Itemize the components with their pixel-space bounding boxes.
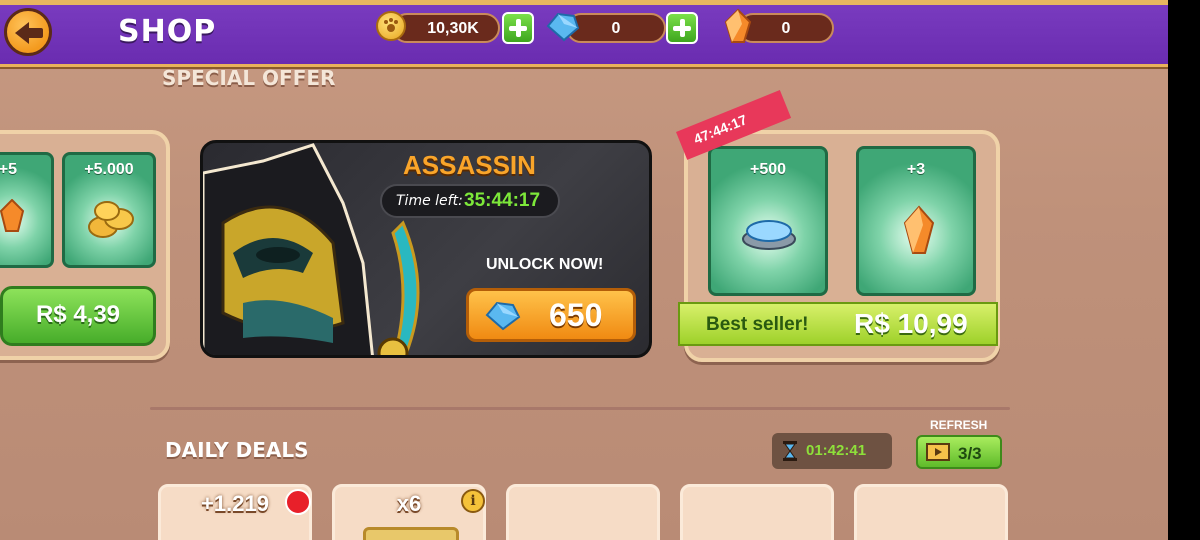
assassin-hero-art — [203, 143, 420, 355]
screen-edge — [1168, 0, 1200, 540]
special-offer-label: SPECIAL OFFER — [162, 66, 336, 90]
refresh-label: REFRESH — [930, 418, 988, 432]
pack-card-coins: +5.000 — [62, 152, 156, 268]
paw-coin-icon — [376, 11, 406, 41]
daily-deal-card[interactable]: x6 i — [332, 484, 486, 540]
daily-deal-card[interactable] — [854, 484, 1008, 540]
bundle-card-shards: +3 — [856, 146, 976, 296]
shard-icon — [0, 199, 25, 232]
top-border — [0, 0, 1168, 5]
daily-deal-card[interactable]: +1.219 — [158, 484, 312, 540]
bundle-buy-button[interactable]: Best seller! R$ 10,99 — [678, 302, 998, 346]
coin-stack-icon — [88, 201, 134, 238]
gem-tray-icon — [742, 220, 796, 250]
page-title: SHOP — [118, 14, 217, 49]
shard-icon — [724, 8, 752, 43]
unlock-assassin-button[interactable]: 650 — [466, 288, 636, 342]
refresh-button[interactable]: 3/3 — [916, 435, 1002, 469]
bundle-price: R$ 10,99 — [854, 308, 968, 339]
gem-icon — [485, 301, 521, 331]
daily-deals-label: DAILY DEALS — [165, 438, 309, 462]
unlock-now-label: UNLOCK NOW! — [486, 256, 604, 273]
assassin-title: ASSASSIN — [403, 150, 536, 180]
daily-deal-card[interactable] — [680, 484, 834, 540]
hourglass-icon — [783, 441, 797, 461]
notification-dot-icon — [285, 489, 311, 515]
section-divider — [150, 407, 1010, 410]
back-button[interactable] — [4, 8, 52, 56]
best-seller-label: Best seller! — [706, 314, 809, 335]
daily-deal-card[interactable] — [506, 484, 660, 540]
left-pack-buy-button[interactable]: R$ 4,39 — [0, 286, 156, 346]
shard-icon — [903, 205, 935, 254]
deal-item-art — [363, 527, 459, 540]
top-bar: SHOP 10,30K 0 0 — [0, 0, 1168, 67]
pack-card-shards: +5 — [0, 152, 54, 268]
bundle-card-gems: +500 — [708, 146, 828, 296]
add-gems-button[interactable] — [666, 12, 698, 44]
coin-balance: 10,30K — [392, 13, 500, 43]
video-icon — [926, 443, 950, 461]
gem-icon — [546, 12, 580, 42]
info-icon[interactable]: i — [461, 489, 485, 513]
daily-deals-timer: 01:42:41 — [772, 433, 892, 469]
add-coins-button[interactable] — [502, 12, 534, 44]
assassin-timer: Time left: 35:44:17 — [380, 184, 560, 218]
shop-screen: SHOP 10,30K 0 0 SPECIAL OFFER +5 +5.000 … — [0, 0, 1168, 540]
